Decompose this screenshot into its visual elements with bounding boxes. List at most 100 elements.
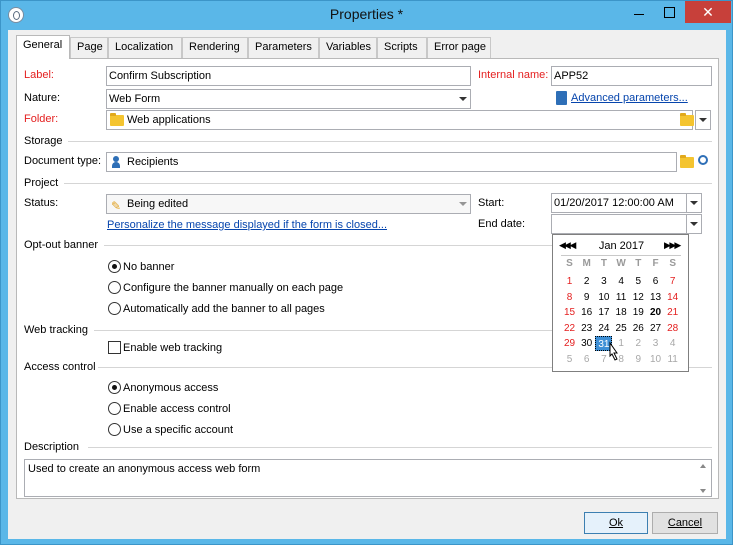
radio-anonymous-access[interactable] xyxy=(108,381,121,394)
scroll-up-arrow[interactable] xyxy=(697,460,709,472)
radio-no-banner[interactable] xyxy=(108,260,121,273)
description-textarea[interactable]: Used to create an anonymous access web f… xyxy=(24,459,712,497)
calendar-day[interactable]: 4 xyxy=(613,274,630,289)
calendar-day[interactable]: 24 xyxy=(595,321,612,336)
calendar-day[interactable]: 20 xyxy=(647,305,664,320)
calendar-day-other-month[interactable]: 6 xyxy=(578,352,595,367)
optout-section-title: Opt-out banner xyxy=(24,239,102,251)
ok-label: Ok xyxy=(608,517,624,529)
tab-label: Parameters xyxy=(255,41,312,53)
calendar-day[interactable]: 9 xyxy=(578,290,595,305)
web-tracking-label: Enable web tracking xyxy=(123,342,223,354)
calendar-day[interactable]: 8 xyxy=(561,290,578,305)
calendar-day[interactable]: 17 xyxy=(595,305,612,320)
search-icon[interactable] xyxy=(698,155,708,165)
calendar-header-separator xyxy=(561,255,681,256)
calendar-day[interactable]: 10 xyxy=(595,290,612,305)
chevron-down-icon xyxy=(455,195,470,213)
ok-button[interactable]: Ok xyxy=(584,512,648,534)
close-button[interactable]: ✕ xyxy=(685,1,731,23)
pencil-icon: ✎ xyxy=(111,199,122,213)
calendar-day[interactable]: 21 xyxy=(664,305,681,320)
description-separator xyxy=(88,447,712,448)
calendar-day[interactable]: 26 xyxy=(630,321,647,336)
radio-banner-auto[interactable] xyxy=(108,302,121,315)
radio-specific-account[interactable] xyxy=(108,423,121,436)
web-tracking-checkbox[interactable] xyxy=(108,341,121,354)
nature-label: Nature: xyxy=(24,92,61,104)
storage-separator xyxy=(68,141,712,142)
calendar-day-other-month[interactable]: 11 xyxy=(664,352,681,367)
calendar-day[interactable]: 30 xyxy=(578,336,595,351)
tab-parameters[interactable]: Parameters xyxy=(248,37,319,58)
tab-rendering[interactable]: Rendering xyxy=(182,37,248,58)
end-date-dropdown-button[interactable] xyxy=(686,214,702,234)
calendar-day[interactable]: 7 xyxy=(664,274,681,289)
calendar-day[interactable]: 14 xyxy=(664,290,681,305)
calendar-day[interactable]: 28 xyxy=(664,321,681,336)
end-date-field[interactable] xyxy=(551,214,687,234)
personalize-closed-message-link[interactable]: Personalize the message displayed if the… xyxy=(107,219,387,231)
calendar-day[interactable]: 23 xyxy=(578,321,595,336)
calendar-day-other-month[interactable]: 4 xyxy=(664,336,681,351)
start-date-dropdown-button[interactable] xyxy=(686,193,702,213)
folder-browse-icon[interactable] xyxy=(680,113,694,126)
calendar-day[interactable]: 12 xyxy=(630,290,647,305)
status-select[interactable]: ✎ Being edited xyxy=(106,194,471,214)
tab-label: Error page xyxy=(434,41,486,53)
web-tracking-section-title: Web tracking xyxy=(24,324,92,336)
tab-scripts[interactable]: Scripts xyxy=(377,37,427,58)
calendar-day[interactable]: 15 xyxy=(561,305,578,320)
calendar-day[interactable]: 25 xyxy=(613,321,630,336)
end-date-label: End date: xyxy=(478,218,526,230)
radio-banner-manual[interactable] xyxy=(108,281,121,294)
calendar-day[interactable]: 6 xyxy=(647,274,664,289)
calendar-day[interactable]: 18 xyxy=(613,305,630,320)
weekday-header: W xyxy=(616,258,626,269)
calendar-day[interactable]: 3 xyxy=(595,274,612,289)
document-type-field[interactable]: Recipients xyxy=(106,152,677,172)
document-type-browse-icon[interactable] xyxy=(680,155,694,168)
cancel-button[interactable]: Cancel xyxy=(652,512,718,534)
title-bar[interactable]: Properties * ✕ xyxy=(1,1,732,30)
folder-dropdown-button[interactable] xyxy=(695,110,711,130)
maximize-button[interactable] xyxy=(654,1,684,23)
label-field[interactable]: Confirm Subscription xyxy=(106,66,471,86)
tab-error-page[interactable]: Error page xyxy=(427,37,491,58)
tab-localization[interactable]: Localization xyxy=(108,37,182,58)
calendar-day[interactable]: 16 xyxy=(578,305,595,320)
minimize-button[interactable] xyxy=(624,1,654,23)
weekday-header: M xyxy=(582,258,591,269)
calendar-day[interactable]: 27 xyxy=(647,321,664,336)
calendar-day[interactable]: 1 xyxy=(561,274,578,289)
start-date-field[interactable]: 01/20/2017 12:00:00 AM xyxy=(551,193,687,213)
radio-enable-access-control[interactable] xyxy=(108,402,121,415)
access-control-section-title: Access control xyxy=(24,361,100,373)
calendar-day[interactable]: 2 xyxy=(578,274,595,289)
calendar-day-other-month[interactable]: 3 xyxy=(647,336,664,351)
calendar-day[interactable]: 19 xyxy=(630,305,647,320)
internal-name-field[interactable]: APP52 xyxy=(551,66,712,86)
next-navigation-icon[interactable]: ▶ ▶▶ xyxy=(664,240,681,251)
chevron-down-icon xyxy=(455,90,470,108)
calendar-day[interactable]: 11 xyxy=(613,290,630,305)
calendar-day[interactable]: 22 xyxy=(561,321,578,336)
tab-variables[interactable]: Variables xyxy=(319,37,377,58)
internal-name-value: APP52 xyxy=(554,70,589,82)
calendar-day-other-month[interactable]: 2 xyxy=(630,336,647,351)
calendar-day-other-month[interactable]: 10 xyxy=(647,352,664,367)
advanced-parameters-link[interactable]: Advanced parameters... xyxy=(571,92,688,104)
folder-label: Folder: xyxy=(24,113,59,125)
calendar-day-other-month[interactable]: 5 xyxy=(561,352,578,367)
user-icon xyxy=(112,156,120,168)
nature-select[interactable]: Web Form xyxy=(106,89,471,109)
tab-page[interactable]: Page xyxy=(70,37,108,58)
calendar-day[interactable]: 13 xyxy=(647,290,664,305)
calendar-day[interactable]: 5 xyxy=(630,274,647,289)
tab-general[interactable]: General xyxy=(16,35,70,59)
radio-specific-account-label: Use a specific account xyxy=(123,424,234,436)
folder-field[interactable]: Web applications xyxy=(106,110,693,130)
scroll-down-arrow[interactable] xyxy=(697,484,709,496)
calendar-day[interactable]: 29 xyxy=(561,336,578,351)
calendar-day-other-month[interactable]: 9 xyxy=(630,352,647,367)
